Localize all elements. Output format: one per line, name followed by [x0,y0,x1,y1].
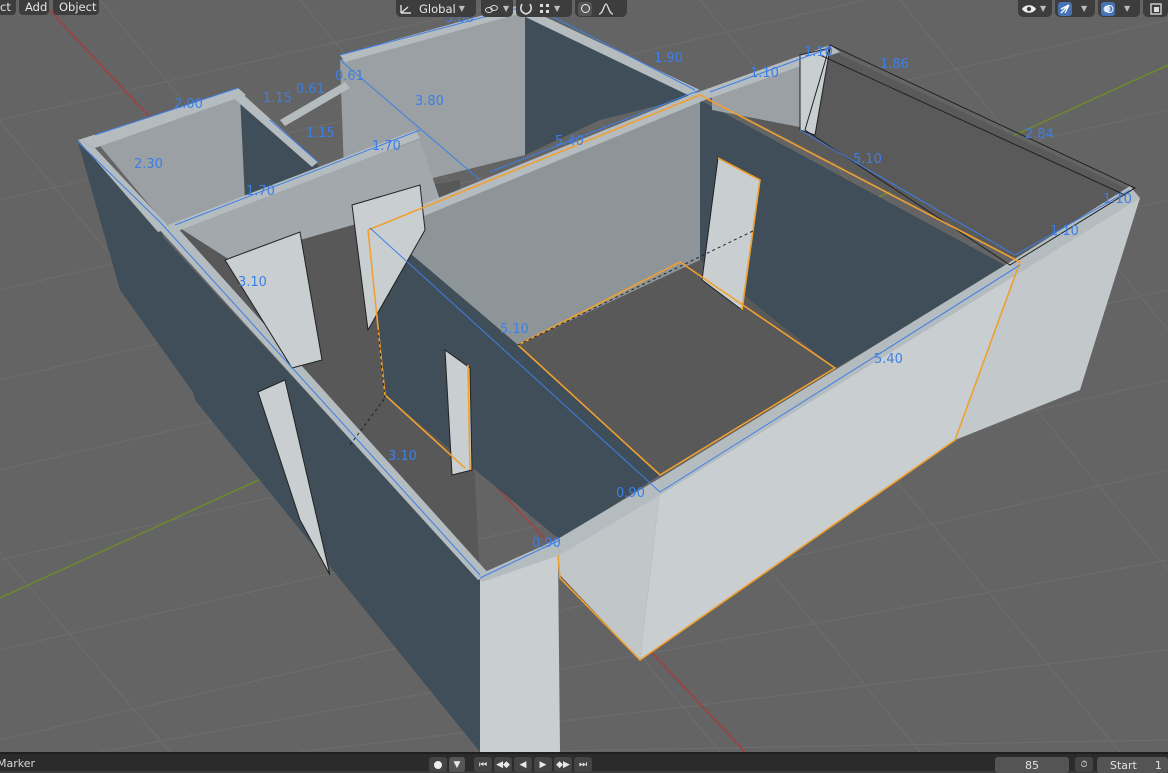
timeline-header: Marker ▼ ⏮ ◀◆ ◀ ▶ ◆▶ ⏭ 85 ⏱ Start 1 [0,752,1168,773]
gizmo-icon [1058,1,1072,16]
eye-icon [1022,4,1036,13]
proportional-edit-toggle[interactable] [575,0,595,17]
play-icon: ▶ [539,759,547,770]
snap-magnet-icon [520,3,532,15]
start-value: 1 [1154,758,1162,772]
overlay-toggle[interactable] [1098,0,1118,17]
preview-range-toggle[interactable]: ⏱ [1075,757,1093,772]
dim-label: 1.10 [1050,224,1079,239]
chevron-down-icon: ▼ [503,4,510,13]
start-label: Start [1110,758,1137,772]
overlay-group: ▼ [1098,0,1140,17]
proportional-edit-group [575,0,627,17]
dim-label: 3.10 [238,275,267,290]
dim-label: 5.40 [555,134,584,149]
transform-orientation-group: Global ▼ [396,0,476,17]
add-menu[interactable]: Add [19,0,49,15]
dim-label: 1.10 [804,45,833,60]
next-keyframe-button[interactable]: ◆▶ [554,757,572,772]
falloff-curve-icon [598,2,614,15]
dim-label: 0.61 [335,69,364,84]
dim-label: 3.10 [388,449,417,464]
keying-dropdown[interactable]: ▼ [449,757,465,772]
chevron-down-icon: ▼ [453,759,461,770]
proportional-edit-icon [578,1,592,16]
play-button[interactable]: ▶ [534,757,552,772]
3d-scene[interactable]: 2.00 1.15 0.61 0.61 3.80 1.90 1.10 1.10 … [0,0,1168,752]
front-outer-wall [480,555,560,752]
xray-icon [1149,2,1162,15]
prev-keyframe-button[interactable]: ◀◆ [494,757,512,772]
snap-grid-icon [540,3,549,13]
gizmo-dropdown[interactable]: ▼ [1075,0,1090,17]
auto-keying-toggle[interactable] [429,757,447,772]
dim-label: 1.70 [246,184,275,199]
dim-label: 1.70 [372,139,401,154]
dim-label: 0.90 [616,486,645,501]
chevron-down-icon: ▼ [1124,4,1131,13]
play-reverse-button[interactable]: ◀ [514,757,532,772]
dim-label: 1.15 [263,91,292,106]
orientation-axes-icon [400,4,411,14]
stopwatch-icon: ⏱ [1080,759,1088,770]
dim-label: 5.10 [853,152,882,167]
chevron-down-icon: ▼ [554,4,561,13]
jump-to-end-button[interactable]: ⏭ [574,757,592,772]
chevron-down-icon: ▼ [1081,4,1088,13]
overlay-circles-icon [1101,1,1115,16]
visibility-group: ▼ [1018,0,1052,17]
dim-label: 5.10 [500,322,529,337]
dim-label: 2.84 [1025,127,1054,142]
prev-keyframe-icon: ◀◆ [496,759,510,770]
jump-to-start-button[interactable]: ⏮ [474,757,492,772]
dim-label: 3.80 [415,94,444,109]
snapping-group: ▼ [516,0,572,17]
transform-orientation-label: Global [419,1,456,16]
gizmo-toggle[interactable] [1055,0,1075,17]
pivot-group: ▼ [481,0,513,17]
dim-label: 1.86 [880,57,909,72]
overlay-dropdown[interactable]: ▼ [1118,0,1133,17]
dim-label: 1.90 [654,51,683,66]
dim-label: 2.00 [174,97,203,112]
dim-label: 1.10 [1103,192,1132,207]
record-icon [434,760,442,769]
dim-label: 0.90 [532,536,561,551]
pivot-link-icon [485,4,498,13]
falloff-dropdown[interactable] [595,0,617,17]
object-menu[interactable]: Object [53,0,99,15]
next-keyframe-icon: ◆▶ [556,759,570,770]
snap-target-dropdown[interactable]: ▼ [536,0,563,17]
jump-end-icon: ⏭ [578,759,588,770]
xray-toggle[interactable] [1143,0,1168,17]
dim-label: 2.30 [134,157,163,172]
dim-label: 1.15 [306,126,335,141]
dim-label: 5.40 [874,352,903,367]
play-reverse-icon: ◀ [519,759,527,770]
marker-menu[interactable]: Marker [0,757,35,770]
jump-start-icon: ⏮ [478,759,488,770]
pivot-point-dropdown[interactable]: ▼ [481,0,512,17]
gizmo-group: ▼ [1055,0,1095,17]
chevron-down-icon: ▼ [1040,4,1047,13]
snap-toggle[interactable] [516,0,536,17]
transform-orientation-dropdown[interactable]: Global ▼ [396,0,468,17]
chevron-down-icon: ▼ [458,4,465,13]
dim-label: 0.61 [296,82,325,97]
dim-label: 1.10 [750,66,779,81]
3d-viewport[interactable]: 2.00 1.15 0.61 0.61 3.80 1.90 1.10 1.10 … [0,0,1168,752]
selectability-visibility-dropdown[interactable]: ▼ [1018,0,1049,17]
select-menu[interactable]: ct [0,0,16,15]
